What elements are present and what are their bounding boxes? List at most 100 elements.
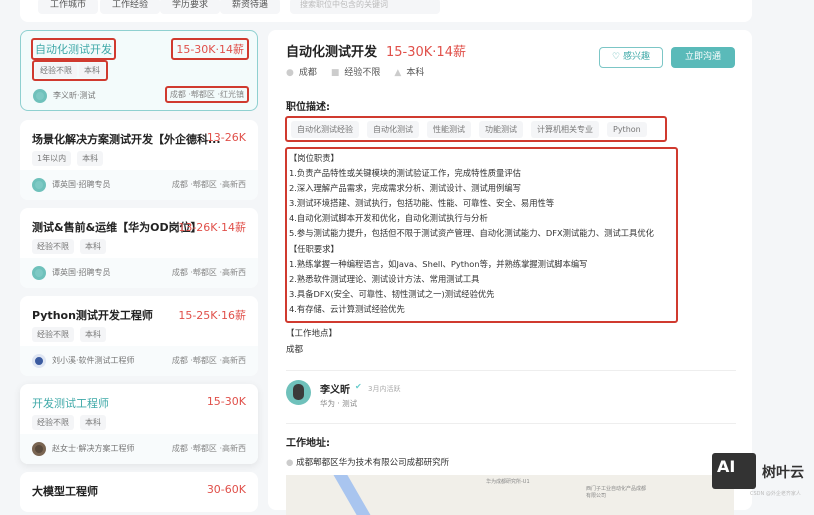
filter-experience[interactable]: 工作经验 bbox=[100, 0, 161, 14]
job-tags: 经验不限 本科 bbox=[32, 239, 106, 254]
chat-now-button[interactable]: 立即沟通 bbox=[671, 47, 735, 68]
job-salary: 30-60K bbox=[206, 483, 246, 496]
tag: 经验不限 bbox=[32, 327, 74, 342]
job-salary: 13-26K bbox=[206, 131, 246, 144]
tag: 经验不限 bbox=[32, 239, 74, 254]
location-icon: ● bbox=[286, 458, 297, 468]
detail-meta: ● 成都 ■ 经验不限 ▲ 本科 bbox=[286, 65, 424, 78]
filter-bar: 工作城市 工作经验 学历要求 薪资待遇 搜索职位中包含的关键词 bbox=[20, 0, 752, 22]
desc-line: 2.熟悉软件测试理论、测试设计方法、常用测试工具 bbox=[289, 273, 480, 284]
job-tags: 经验不限 本科 bbox=[32, 415, 106, 430]
job-salary: 13-26K·14薪 bbox=[178, 221, 246, 234]
recruiter: 刘小溪·软件测试工程师 bbox=[52, 356, 135, 365]
job-salary: 15-25K·16薪 bbox=[178, 309, 246, 322]
briefcase-icon: ■ bbox=[330, 68, 340, 78]
filter-salary[interactable]: 薪资待遇 bbox=[220, 0, 281, 14]
skill-tag: 计算机相关专业 bbox=[531, 120, 599, 138]
divider bbox=[286, 423, 736, 424]
job-card[interactable]: 自动化测试开发 15-30K·14薪 经验不限 本科 李义昕·测试 成都 ·郫都区… bbox=[20, 30, 258, 111]
tag: 本科 bbox=[80, 415, 106, 430]
recruiter-avatar bbox=[286, 380, 311, 405]
job-tags: 1年以内 本科 bbox=[32, 151, 104, 166]
job-card[interactable]: 大模型工程师 30-60K bbox=[20, 472, 258, 512]
city: ● 成都 bbox=[286, 68, 317, 78]
job-card[interactable]: 场景化解决方案测试开发【外企德科... 13-26K 1年以内 本科 谭英国·招聘… bbox=[20, 120, 258, 200]
job-location: 成都 ·郫都区 ·高新西 bbox=[171, 180, 246, 189]
skill-tag: 性能测试 bbox=[427, 120, 471, 138]
job-footer: 刘小溪·软件测试工程师 成都 ·郫都区 ·高新西 bbox=[20, 346, 258, 376]
job-tags: 经验不限 本科 bbox=[32, 60, 108, 81]
tag: 本科 bbox=[80, 327, 106, 342]
skill-tags: 自动化测试经验 自动化测试 性能测试 功能测试 计算机相关专业 Python bbox=[285, 116, 667, 142]
map-label: 华为成都研究所-U1 bbox=[486, 479, 530, 485]
map-river bbox=[331, 475, 373, 515]
skill-tag: Python bbox=[607, 121, 647, 137]
recruiter: 谭英国·招聘专员 bbox=[52, 180, 111, 189]
recruiter: 李义昕·测试 bbox=[53, 91, 96, 100]
watermark-name: 树叶云 bbox=[762, 465, 804, 481]
avatar bbox=[32, 354, 46, 368]
job-title: 大模型工程师 bbox=[32, 485, 98, 498]
desc-line: 4.自动化测试脚本开发和优化，自动化测试执行与分析 bbox=[289, 213, 488, 224]
job-card[interactable]: 测试&售前&运维【华为OD岗位】 13-26K·14薪 经验不限 本科 谭英国·招… bbox=[20, 208, 258, 288]
job-title: Python测试开发工程师 bbox=[32, 309, 153, 322]
tag: 本科 bbox=[80, 239, 106, 254]
recruiter-name: 李义昕 bbox=[320, 385, 350, 396]
job-location: 成都 ·郫都区 ·高新西 bbox=[171, 356, 246, 365]
tag: 1年以内 bbox=[32, 151, 72, 166]
desc-line: 3.具备DFX(安全、可靠性、韧性测试之一)测试经验优先 bbox=[289, 288, 495, 299]
watermark-logo: AI bbox=[712, 453, 756, 489]
detail-salary: 15-30K·14薪 bbox=[386, 45, 466, 60]
recruiter: 谭英国·招聘专员 bbox=[52, 268, 111, 277]
job-footer: 李义昕·测试 成都 ·郫都区 ·红光镇 bbox=[21, 81, 257, 110]
skill-tag: 自动化测试 bbox=[367, 120, 419, 138]
search-input[interactable]: 搜索职位中包含的关键词 bbox=[290, 0, 440, 14]
desc-line: 5.参与测试能力提升，包括但不限于测试资产管理、自动化测试能力、DFX测试能力、… bbox=[289, 228, 654, 239]
job-location: 成都 ·郫都区 ·高新西 bbox=[171, 444, 246, 453]
desc-line: 1.熟练掌握一种编程语言，如Java、Shell、Python等，并熟练掌握测试… bbox=[289, 258, 588, 269]
job-title: 场景化解决方案测试开发【外企德科... bbox=[32, 133, 221, 146]
map-label: 西门子工业自动化产品成都有限公司 bbox=[586, 486, 647, 499]
tag: 经验不限 bbox=[35, 63, 77, 78]
desc-heading: 职位描述: bbox=[286, 102, 330, 113]
workplace: 成都 bbox=[286, 345, 304, 355]
desc-line: 【岗位职责】 bbox=[289, 153, 339, 163]
recruiter-active: 3月内活跃 bbox=[368, 385, 401, 393]
map[interactable]: 华为成都研究所-U1 西门子工业自动化产品成都有限公司 bbox=[286, 475, 734, 515]
job-footer: 谭英国·招聘专员 成都 ·郫都区 ·高新西 bbox=[20, 170, 258, 200]
avatar bbox=[32, 178, 46, 192]
job-card[interactable]: Python测试开发工程师 15-25K·16薪 经验不限 本科 刘小溪·软件测试… bbox=[20, 296, 258, 376]
filter-city[interactable]: 工作城市 bbox=[38, 0, 99, 14]
skill-tag: 自动化测试经验 bbox=[291, 120, 359, 138]
avatar bbox=[33, 89, 47, 103]
job-card[interactable]: 开发测试工程师 15-30K 经验不限 本科 赵女士·解决方案工程师 成都 ·郫都区… bbox=[20, 384, 258, 464]
interested-button[interactable]: ♡ 感兴趣 bbox=[599, 47, 663, 68]
avatar bbox=[32, 442, 46, 456]
filter-education[interactable]: 学历要求 bbox=[160, 0, 221, 14]
education: ▲ 本科 bbox=[394, 68, 425, 78]
job-salary: 15-30K bbox=[206, 395, 246, 408]
job-location: 成都 ·郫都区 ·高新西 bbox=[171, 268, 246, 277]
address: ● 成都郫都区华为技术有限公司成都研究所 bbox=[286, 456, 449, 468]
recruiter-company: 华为 · 测试 bbox=[320, 399, 358, 408]
verified-icon: ✔ bbox=[355, 382, 362, 391]
desc-line: 3.测试环境搭建、测试执行，包括功能、性能、可靠性、安全、易用性等 bbox=[289, 198, 555, 209]
tag: 本科 bbox=[77, 151, 104, 166]
detail-title: 自动化测试开发 bbox=[286, 45, 378, 60]
divider bbox=[286, 370, 736, 371]
avatar bbox=[32, 266, 46, 280]
desc-line: 2.深入理解产品需求，完成需求分析、测试设计、测试用例编写 bbox=[289, 183, 521, 194]
experience: ■ 经验不限 bbox=[330, 68, 381, 78]
job-footer: 谭英国·招聘专员 成都 ·郫都区 ·高新西 bbox=[20, 258, 258, 288]
watermark-credit: CSDN @外企老齐家人 bbox=[750, 491, 801, 497]
recruiter: 赵女士·解决方案工程师 bbox=[52, 444, 135, 453]
job-title: 测试&售前&运维【华为OD岗位】 bbox=[32, 221, 202, 234]
desc-line: 1.负责产品特性或关键模块的测试验证工作，完成特性质量评估 bbox=[289, 168, 521, 179]
heart-icon: ♡ bbox=[612, 52, 621, 62]
job-detail-panel: 自动化测试开发 15-30K·14薪 ● 成都 ■ 经验不限 ▲ 本科 ♡ 感兴趣 立… bbox=[268, 30, 752, 515]
interested-label: 感兴趣 bbox=[622, 52, 650, 62]
tag: 本科 bbox=[79, 63, 105, 78]
graduation-cap-icon: ▲ bbox=[394, 68, 402, 78]
address-text: 成都郫都区华为技术有限公司成都研究所 bbox=[296, 458, 450, 468]
job-footer: 赵女士·解决方案工程师 成都 ·郫都区 ·高新西 bbox=[20, 434, 258, 464]
